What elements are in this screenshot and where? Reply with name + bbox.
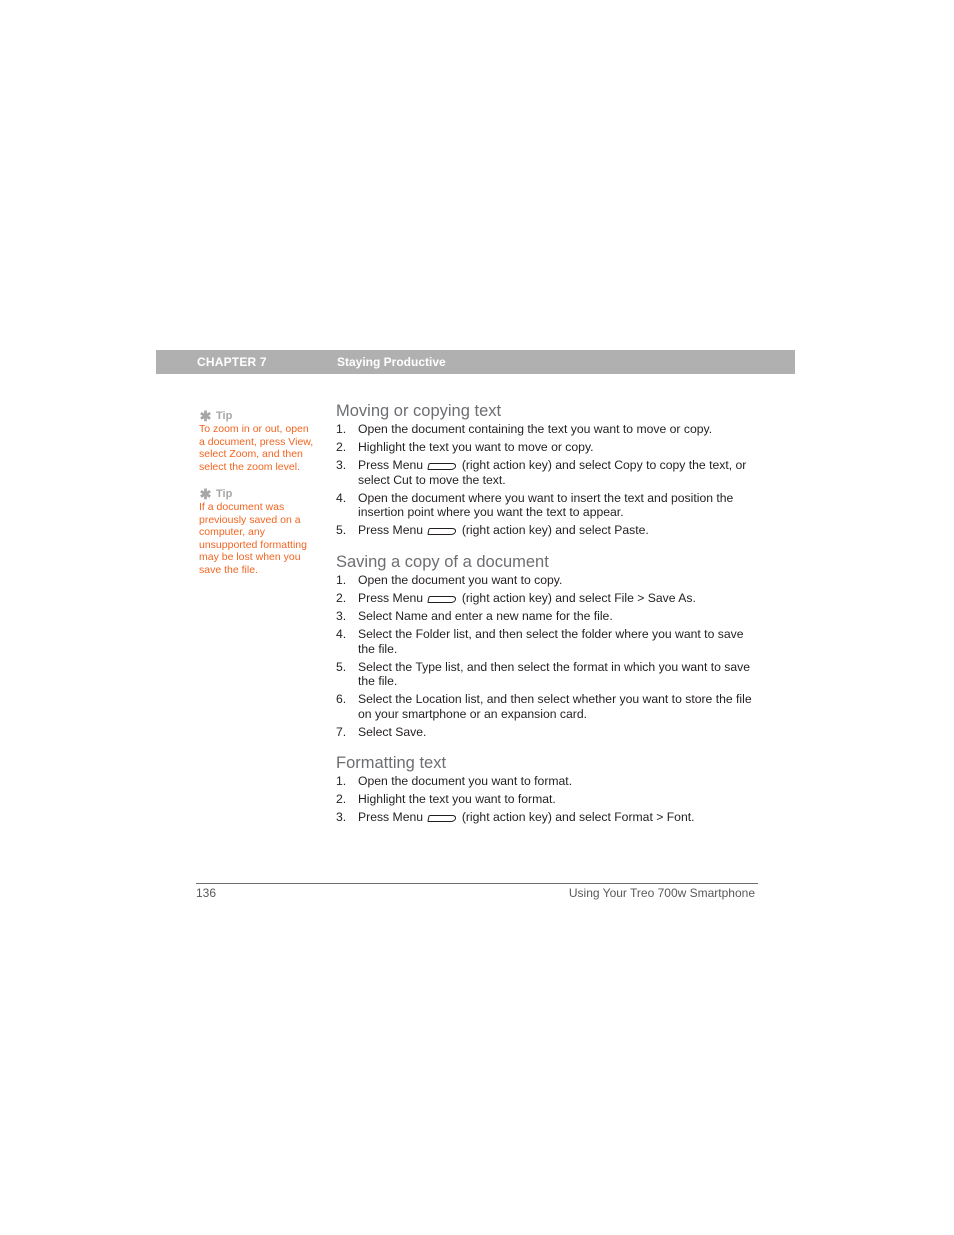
chapter-header-bar: CHAPTER 7 Staying Productive: [156, 350, 795, 374]
step-item: 3. Select Name and enter a new name for …: [336, 609, 761, 624]
tip-label: Tip: [216, 410, 233, 422]
step-text: Open the document you want to copy.: [358, 573, 563, 588]
step-number: 5.: [336, 523, 347, 538]
step-item: 3. Press Menu (right action key) and sel…: [336, 810, 761, 825]
step-text-before: Press Menu: [358, 591, 424, 606]
book-title: Using Your Treo 700w Smartphone: [568, 886, 755, 900]
chapter-label: CHAPTER 7: [197, 355, 267, 369]
step-text: Select the Location list, and then selec…: [358, 692, 752, 721]
tip-text: If a document was previously saved on a …: [199, 501, 307, 576]
steps-list: 1. Open the document containing the text…: [336, 422, 761, 538]
step-text: Highlight the text you want to move or c…: [358, 439, 594, 454]
tip-zoom: ✱ Tip To zoom in or out, open a document…: [199, 409, 317, 473]
step-number: 1.: [336, 573, 347, 588]
step-text: Open the document where you want to inse…: [358, 490, 734, 520]
step-number: 3.: [336, 809, 347, 824]
step-item: 3. Press Menu (right action key) and sel…: [336, 458, 761, 487]
step-number: 1.: [336, 422, 347, 436]
footer-divider: [196, 883, 758, 884]
step-text-after: (right action key) and select File > Sav…: [461, 591, 696, 606]
step-text-after: (right action key) and select Format > F…: [461, 809, 695, 824]
step-number: 2.: [336, 791, 347, 806]
tip-text: To zoom in or out, open a document, pres…: [199, 423, 314, 473]
page-number: 136: [196, 886, 217, 900]
menu-key-icon: [427, 462, 458, 470]
steps-list: 1. Open the document you want to copy. 2…: [336, 573, 761, 739]
section-saving-copy: Saving a copy of a document 1. Open the …: [336, 552, 761, 739]
step-text: Press Menu (right action key) and select…: [358, 523, 761, 538]
section-moving-copying-text: Moving or copying text 1. Open the docum…: [336, 401, 761, 538]
menu-key-icon: [427, 596, 458, 604]
tip-header: ✱ Tip: [199, 487, 317, 501]
section-title: Formatting text: [336, 753, 447, 772]
step-number: 1.: [336, 773, 347, 788]
asterisk-icon: ✱: [199, 408, 212, 424]
section-title: Saving a copy of a document: [336, 553, 549, 572]
step-text: Highlight the text you want to format.: [358, 791, 556, 806]
step-number: 7.: [336, 724, 347, 739]
step-item: 5. Select the Type list, and then select…: [336, 660, 761, 689]
step-text: Press Menu (right action key) and select…: [358, 810, 761, 825]
step-text: Select Save.: [358, 724, 427, 739]
tip-formatting-loss: ✱ Tip If a document was previously saved…: [199, 487, 317, 576]
step-item: 2. Highlight the text you want to format…: [336, 792, 761, 807]
chapter-title: Staying Productive: [337, 355, 446, 369]
tip-header: ✱ Tip: [199, 409, 317, 423]
step-item: 4. Open the document where you want to i…: [336, 491, 761, 520]
steps-list: 1. Open the document you want to format.…: [336, 774, 761, 825]
step-text: Open the document containing the text yo…: [358, 422, 713, 436]
step-number: 4.: [336, 490, 347, 505]
step-item: 4. Select the Folder list, and then sele…: [336, 627, 761, 656]
step-item: 1. Open the document containing the text…: [336, 422, 761, 437]
step-text-before: Press Menu: [358, 457, 424, 472]
menu-key-icon: [427, 528, 458, 536]
step-item: 2. Highlight the text you want to move o…: [336, 440, 761, 455]
step-text-before: Press Menu: [358, 809, 424, 824]
step-number: 3.: [336, 609, 347, 624]
step-number: 2.: [336, 439, 347, 454]
section-formatting-text: Formatting text 1. Open the document you…: [336, 753, 761, 825]
step-text: Select the Type list, and then select th…: [358, 659, 751, 689]
section-title: Moving or copying text: [336, 402, 502, 420]
step-text: Select Name and enter a new name for the…: [358, 609, 613, 624]
tip-label: Tip: [216, 488, 233, 500]
step-text: Open the document you want to format.: [358, 773, 573, 788]
step-item: 1. Open the document you want to format.: [336, 774, 761, 789]
step-text: Press Menu (right action key) and select…: [358, 591, 761, 606]
step-item: 6. Select the Location list, and then se…: [336, 692, 761, 721]
step-text: Press Menu (right action key) and select…: [358, 458, 761, 487]
step-number: 2.: [336, 591, 347, 606]
step-text-after: (right action key) and select Paste.: [461, 523, 649, 538]
step-number: 6.: [336, 692, 347, 707]
step-text-before: Press Menu: [358, 523, 424, 538]
step-item: 5. Press Menu (right action key) and sel…: [336, 523, 761, 538]
step-item: 1. Open the document you want to copy.: [336, 573, 761, 588]
asterisk-icon: ✱: [199, 486, 212, 502]
step-item: 7. Select Save.: [336, 725, 761, 740]
step-number: 3.: [336, 457, 347, 472]
menu-key-icon: [427, 814, 458, 822]
step-number: 4.: [336, 627, 347, 642]
tips-sidebar: ✱ Tip To zoom in or out, open a document…: [199, 409, 317, 590]
main-content: Moving or copying text 1. Open the docum…: [336, 401, 761, 828]
step-text: Select the Folder list, and then select …: [358, 627, 744, 656]
step-item: 2. Press Menu (right action key) and sel…: [336, 591, 761, 606]
step-number: 5.: [336, 659, 347, 674]
